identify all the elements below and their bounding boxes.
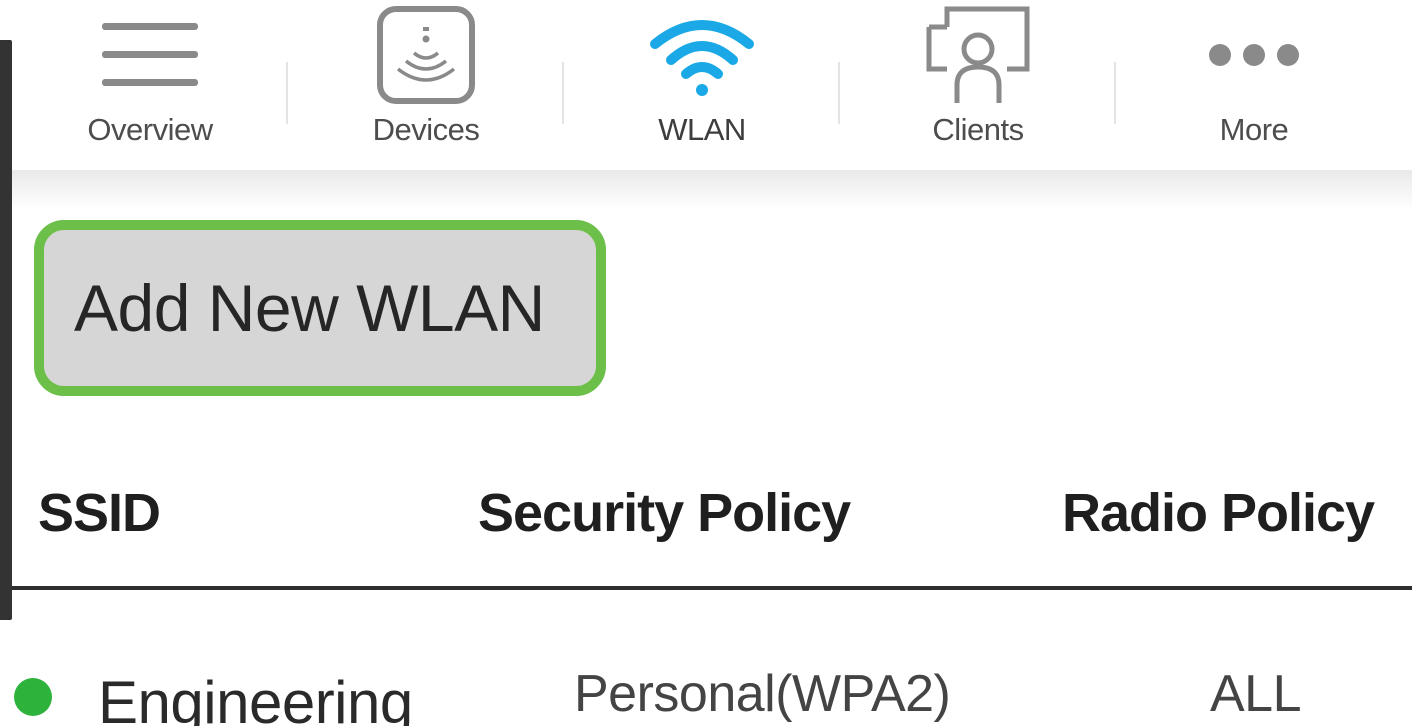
tab-wlan[interactable]: WLAN <box>564 0 840 172</box>
column-header-radio-policy[interactable]: Radio Policy <box>1062 482 1375 544</box>
tabbar-shadow <box>12 170 1412 210</box>
client-icon <box>840 0 1116 104</box>
radio-policy-cell: ALL <box>1210 665 1302 723</box>
wifi-icon <box>564 0 840 104</box>
top-tab-bar: Overview Devices WLAN Clients More <box>12 0 1412 172</box>
table-header-divider <box>12 586 1412 590</box>
column-header-ssid[interactable]: SSID <box>38 482 161 544</box>
tab-more-label: More <box>1219 112 1289 147</box>
add-new-wlan-button[interactable]: Add New WLAN <box>34 220 606 396</box>
tab-devices[interactable]: Devices <box>288 0 564 172</box>
security-policy-cell: Personal(WPA2) <box>574 665 951 723</box>
tab-overview-label: Overview <box>87 112 213 147</box>
add-new-wlan-label: Add New WLAN <box>74 271 545 345</box>
more-dots-icon <box>1116 0 1392 104</box>
column-header-security-policy[interactable]: Security Policy <box>478 482 851 544</box>
tab-clients[interactable]: Clients <box>840 0 1116 172</box>
tab-overview[interactable]: Overview <box>12 0 288 172</box>
hamburger-icon <box>12 0 288 104</box>
tab-wlan-label: WLAN <box>658 112 746 147</box>
left-edge-bar <box>0 40 12 620</box>
ssid-cell[interactable]: Engineering <box>98 668 413 726</box>
status-dot-icon <box>14 678 52 716</box>
tab-clients-label: Clients <box>932 112 1024 147</box>
tab-devices-label: Devices <box>372 112 480 147</box>
device-icon <box>288 0 564 104</box>
tab-more[interactable]: More <box>1116 0 1392 172</box>
